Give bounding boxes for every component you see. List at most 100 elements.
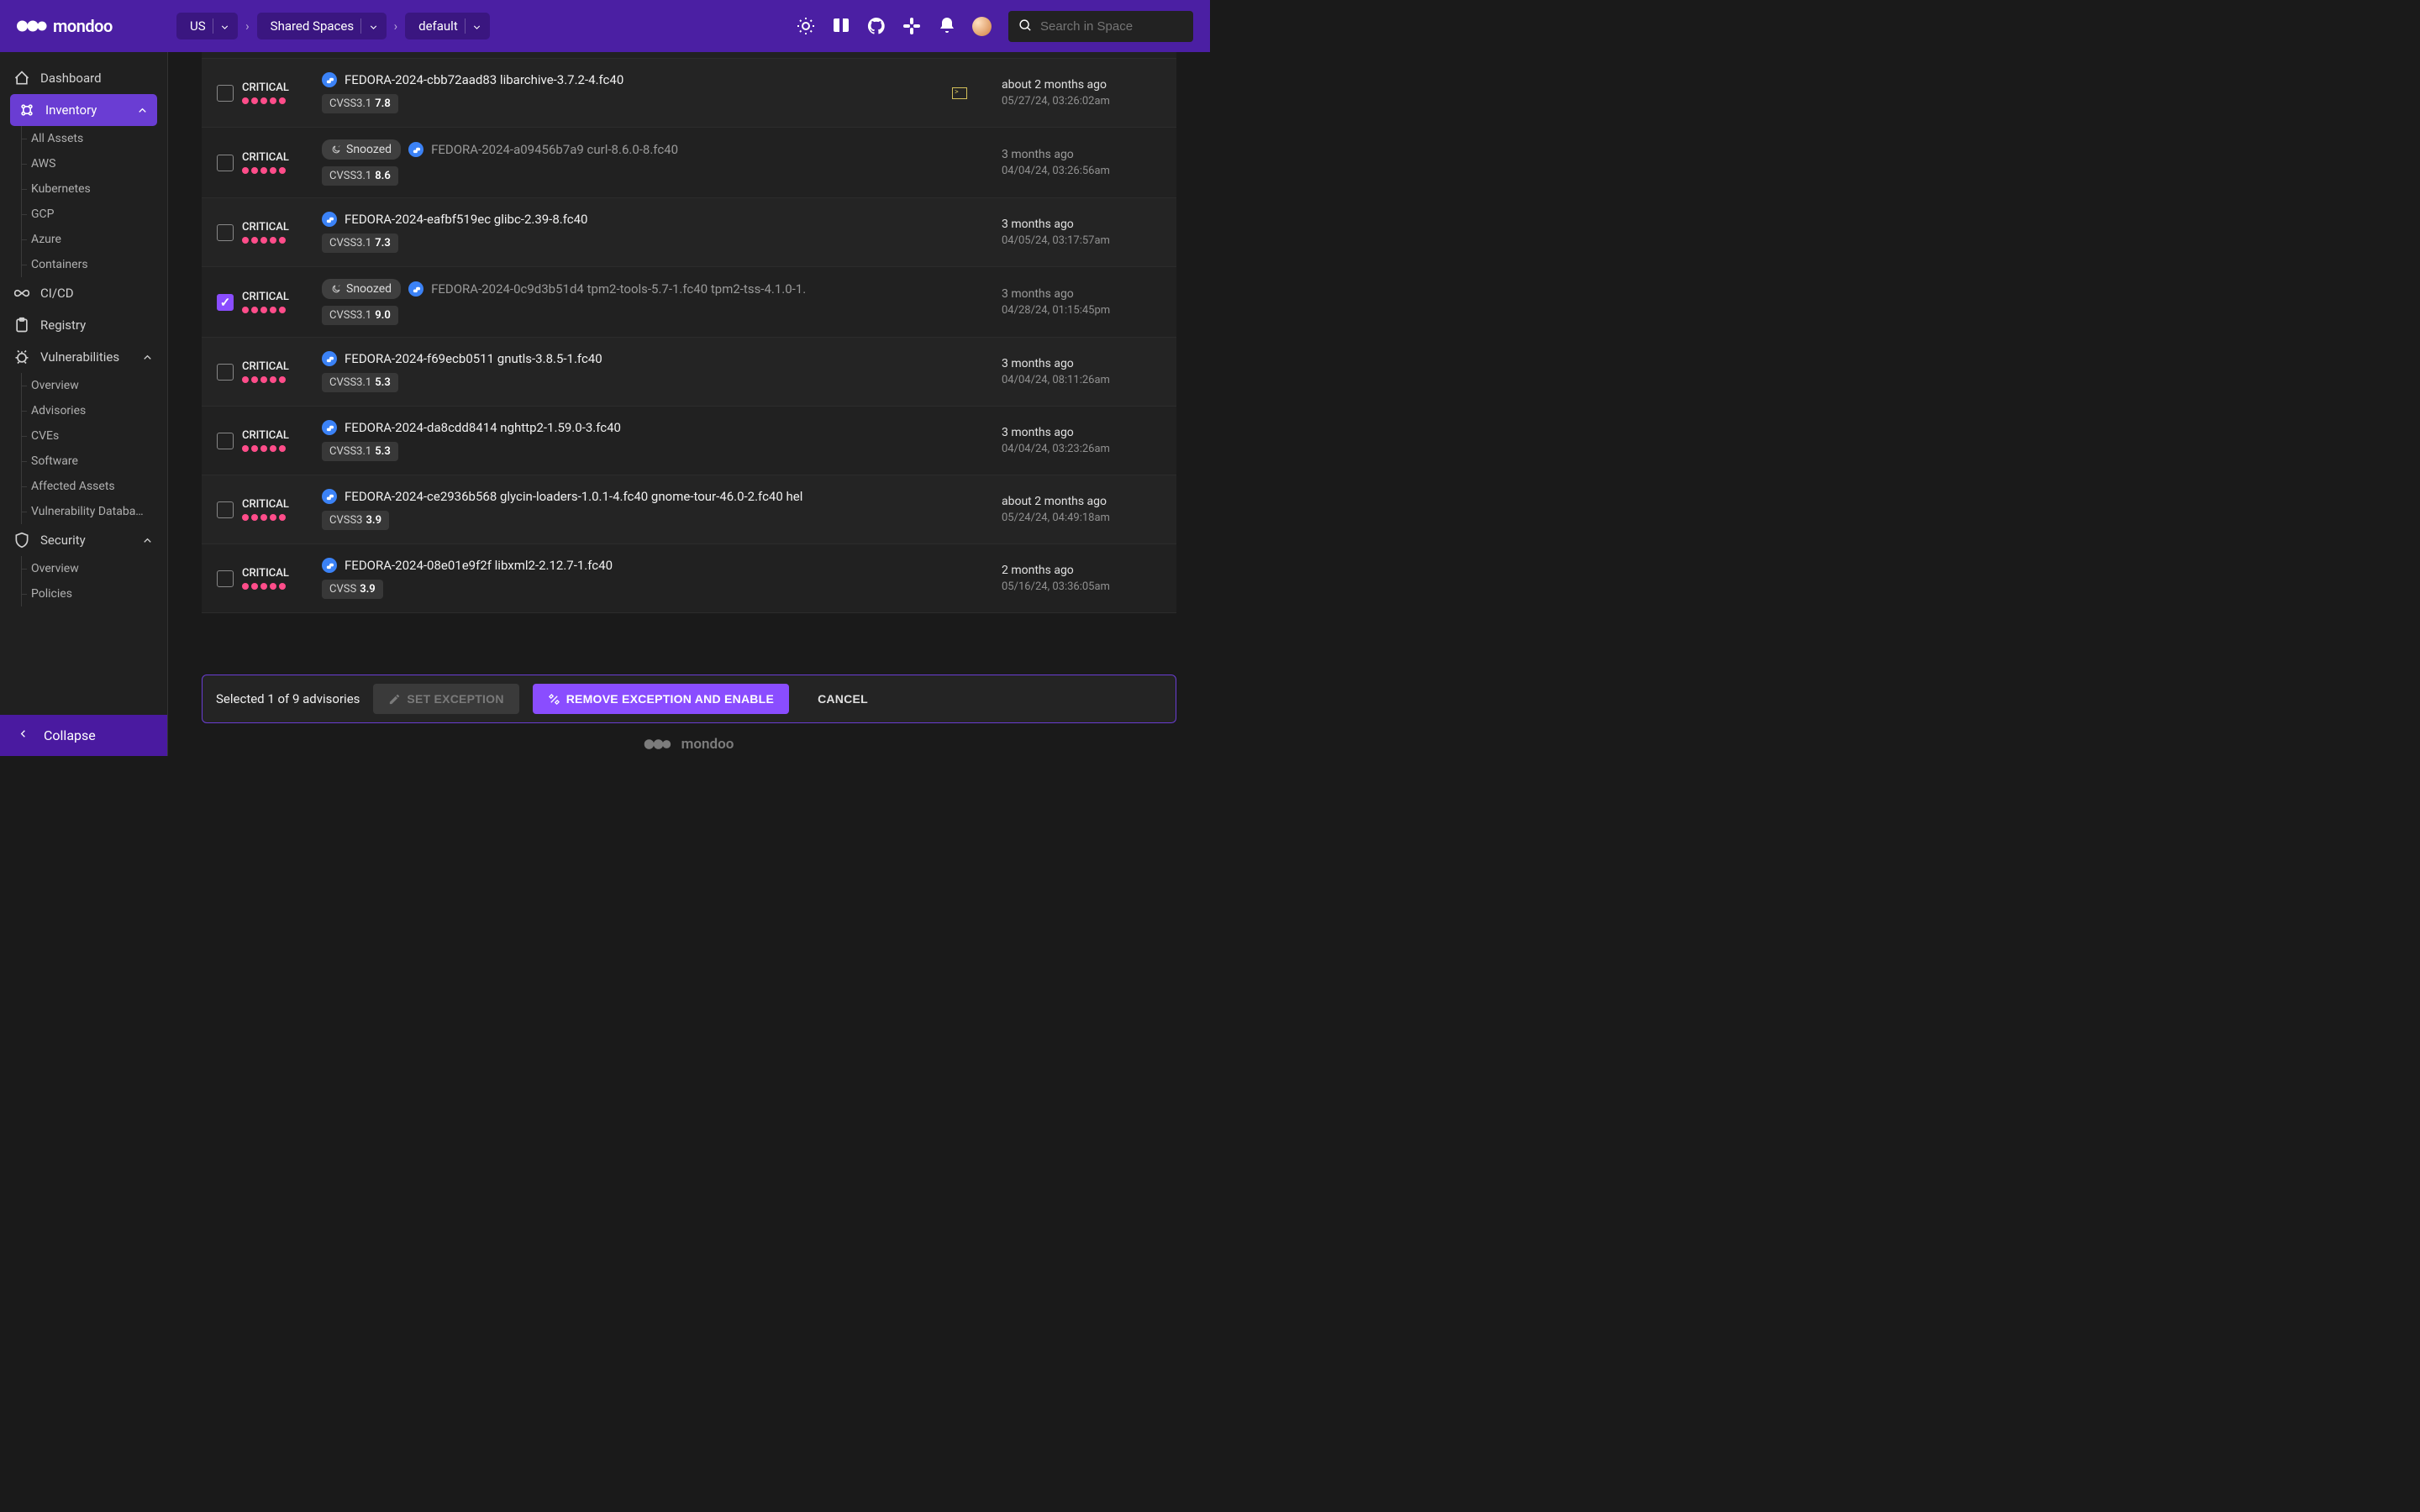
sidebar-item-security[interactable]: Security	[0, 524, 167, 556]
footer-brand: mondoo	[681, 736, 734, 753]
sidebar-item-vulnerabilities[interactable]: Vulnerabilities	[0, 341, 167, 373]
sidebar-sub-security-1[interactable]: Policies	[0, 581, 167, 606]
selection-count: Selected 1 of 9 advisories	[216, 691, 360, 706]
sidebar-sub-security-0[interactable]: Overview	[0, 556, 167, 581]
org-selector[interactable]: Shared Spaces	[257, 13, 387, 39]
theme-icon[interactable]	[796, 16, 816, 36]
set-exception-label: SET EXCEPTION	[407, 692, 503, 706]
sidebar-item-label: Security	[40, 533, 86, 548]
advisory-row[interactable]: CRITICAL FEDORA-2024-f69ecb0511 gnutls-3…	[202, 338, 1176, 407]
advisory-row[interactable]: CVSS8.9 05/08/24, 07:43:24pm	[202, 52, 1176, 59]
inventory-icon	[18, 102, 35, 118]
sidebar-sub-inventory-1[interactable]: AWS	[0, 151, 167, 176]
advisory-row[interactable]: CRITICAL FEDORA-2024-da8cdd8414 nghttp2-…	[202, 407, 1176, 475]
time-relative: 3 months ago	[1002, 148, 1161, 161]
chevron-left-icon	[17, 727, 29, 743]
time-relative: about 2 months ago	[1002, 78, 1161, 92]
sidebar-sub-inventory-5[interactable]: Containers	[0, 252, 167, 277]
fedora-icon	[408, 142, 424, 157]
row-checkbox[interactable]	[217, 501, 234, 518]
sidebar-sub-vuln-0[interactable]: Overview	[0, 373, 167, 398]
sidebar-item-label: Inventory	[45, 102, 97, 118]
sidebar-sub-vuln-4[interactable]: Affected Assets	[0, 474, 167, 499]
cvss-badge: CVSS33.9	[322, 511, 389, 530]
row-checkbox[interactable]	[217, 224, 234, 241]
row-checkbox[interactable]	[217, 294, 234, 311]
chevron-up-icon	[136, 104, 149, 117]
sidebar-sub-inventory-4[interactable]: Azure	[0, 227, 167, 252]
advisory-row[interactable]: CRITICAL FEDORA-2024-ce2936b568 glycin-l…	[202, 475, 1176, 544]
row-checkbox[interactable]	[217, 85, 234, 102]
brand-name: mondoo	[53, 16, 113, 36]
cvss-badge: CVSS3.17.3	[322, 234, 398, 253]
advisory-row[interactable]: CRITICAL Snoozed FEDORA-2024-a09456b7a9 …	[202, 128, 1176, 198]
advisory-row[interactable]: CRITICAL FEDORA-2024-cbb72aad83 libarchi…	[202, 59, 1176, 128]
time-absolute: 05/16/24, 03:36:05am	[1002, 580, 1161, 593]
remove-exception-label: REMOVE EXCEPTION AND ENABLE	[566, 692, 774, 706]
row-checkbox[interactable]	[217, 155, 234, 171]
severity-dots	[242, 97, 313, 104]
docs-icon[interactable]	[831, 16, 851, 36]
time-relative: 3 months ago	[1002, 357, 1161, 370]
sidebar-sub-inventory-3[interactable]: GCP	[0, 202, 167, 227]
time-relative: 3 months ago	[1002, 218, 1161, 231]
remove-exception-button[interactable]: REMOVE EXCEPTION AND ENABLE	[533, 684, 789, 714]
org-label: Shared Spaces	[271, 18, 354, 34]
row-checkbox[interactable]	[217, 433, 234, 449]
avatar[interactable]	[972, 17, 992, 36]
advisory-title: FEDORA-2024-da8cdd8414 nghttp2-1.59.0-3.…	[345, 420, 621, 435]
advisory-row[interactable]: CRITICAL Snoozed FEDORA-2024-0c9d3b51d4 …	[202, 267, 1176, 338]
breadcrumb-sep: ›	[392, 18, 400, 34]
row-checkbox[interactable]	[217, 570, 234, 587]
sidebar-item-cicd[interactable]: CI/CD	[0, 277, 167, 309]
sidebar-sub-vuln-1[interactable]: Advisories	[0, 398, 167, 423]
severity-dots	[242, 307, 313, 313]
space-selector[interactable]: default	[405, 13, 490, 39]
region-selector[interactable]: US	[176, 13, 238, 39]
row-checkbox[interactable]	[217, 364, 234, 381]
sidebar-sub-vuln-5[interactable]: Vulnerability Databa…	[0, 499, 167, 524]
snoozed-badge: Snoozed	[322, 279, 401, 299]
advisory-row[interactable]: CRITICAL FEDORA-2024-eafbf519ec glibc-2.…	[202, 198, 1176, 267]
severity-label: CRITICAL	[242, 291, 313, 303]
fedora-icon	[322, 212, 337, 227]
sidebar-item-label: Vulnerabilities	[40, 349, 119, 365]
collapse-label: Collapse	[44, 727, 96, 743]
region-label: US	[190, 18, 206, 34]
chevron-down-icon	[219, 21, 230, 32]
snoozed-badge: Snoozed	[322, 139, 401, 160]
severity-label: CRITICAL	[242, 151, 313, 164]
cvss-badge: CVSS3.15.3	[322, 373, 398, 392]
sidebar-sub-inventory-0[interactable]: All Assets	[0, 126, 167, 151]
cvss-badge: CVSS3.18.6	[322, 166, 398, 186]
sidebar-sub-vuln-3[interactable]: Software	[0, 449, 167, 474]
topbar-actions	[796, 16, 992, 36]
topbar: mondoo US › Shared Spaces › default	[0, 0, 1210, 52]
logo-icon	[644, 736, 675, 753]
severity-dots	[242, 167, 313, 174]
slack-icon[interactable]	[902, 16, 922, 36]
sidebar-item-registry[interactable]: Registry	[0, 309, 167, 341]
sidebar-sub-inventory-2[interactable]: Kubernetes	[0, 176, 167, 202]
pencil-icon	[388, 693, 401, 706]
time-relative: 3 months ago	[1002, 426, 1161, 439]
space-label: default	[418, 18, 458, 34]
search-input[interactable]	[1040, 19, 1183, 34]
time-absolute: 04/04/24, 03:26:56am	[1002, 165, 1161, 177]
cancel-button[interactable]: CANCEL	[802, 684, 883, 714]
brand-logo[interactable]: mondoo	[17, 16, 168, 36]
breadcrumb-sep: ›	[244, 18, 251, 34]
sidebar-item-dashboard[interactable]: Dashboard	[0, 62, 167, 94]
github-icon[interactable]	[866, 16, 886, 36]
search-box[interactable]	[1008, 11, 1193, 42]
fedora-icon	[408, 281, 424, 297]
fedora-icon	[322, 351, 337, 366]
collapse-button[interactable]: Collapse	[0, 715, 167, 756]
sidebar-sub-vuln-2[interactable]: CVEs	[0, 423, 167, 449]
severity-dots	[242, 237, 313, 244]
advisory-row[interactable]: CRITICAL FEDORA-2024-08e01e9f2f libxml2-…	[202, 544, 1176, 613]
advisory-title: FEDORA-2024-cbb72aad83 libarchive-3.7.2-…	[345, 72, 623, 87]
sidebar-item-inventory[interactable]: Inventory	[10, 94, 157, 126]
fedora-icon	[322, 420, 337, 435]
bell-icon[interactable]	[937, 16, 957, 36]
